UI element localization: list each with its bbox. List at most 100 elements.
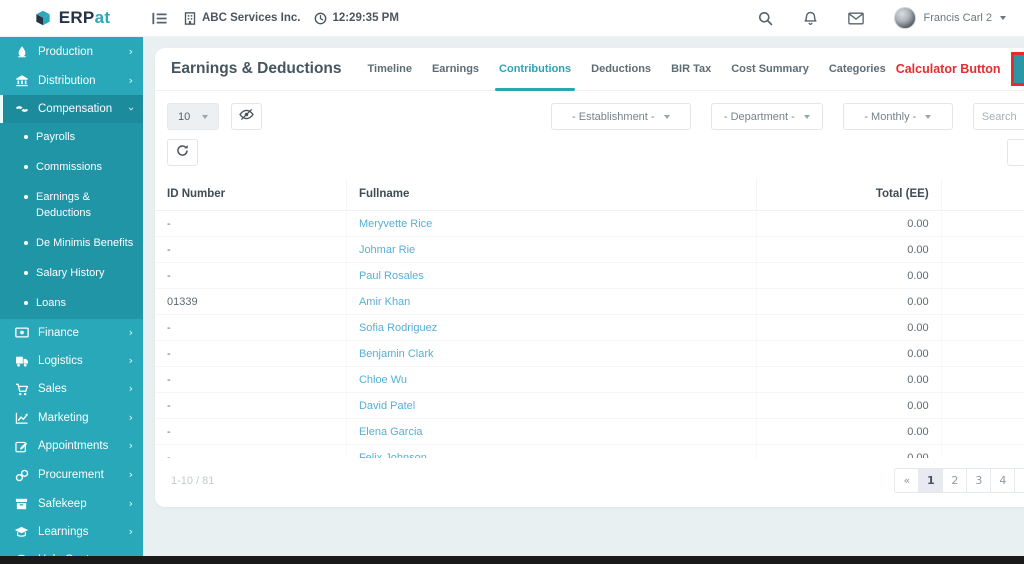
table-row: - Johmar Rie 0.00 0.00 [155, 236, 1024, 263]
establishment-select[interactable]: - Establishment - [550, 103, 691, 130]
caret-down-icon [925, 114, 932, 119]
appointments-edit-icon [14, 440, 29, 453]
sidebar-nav: Production › Distribution › Compensation… [0, 37, 143, 564]
search-icon[interactable] [758, 11, 773, 26]
sidebar-item-label: Procurement [38, 469, 104, 482]
filter-dropdowns: - Establishment - - Department - - Month… [550, 103, 1024, 130]
user-menu[interactable]: Francis Carl 2 [893, 7, 1006, 29]
pagination-page-1[interactable]: 1 [918, 468, 944, 493]
sidebar-item-finance[interactable]: Finance › [0, 319, 143, 347]
calculator-button[interactable]: Calculator [1013, 55, 1024, 83]
messages-envelope-icon[interactable] [847, 12, 864, 25]
marketing-chart-icon [14, 412, 29, 424]
filter-row-2: - Label - [167, 139, 1024, 166]
tab-deductions[interactable]: Deductions [581, 48, 661, 90]
sidebar-item-logistics[interactable]: Logistics › [0, 347, 143, 375]
label-select[interactable]: - Label - [1006, 139, 1024, 166]
sidebar-item-learnings[interactable]: Learnings › [0, 518, 143, 546]
table-row: - Felix Johnson 0.00 0.00 [155, 444, 1024, 458]
chevron-right-icon: › [128, 353, 133, 367]
pagination-page-2[interactable]: 2 [942, 468, 968, 493]
chevron-right-icon: › [128, 44, 133, 58]
total-er-cell: 0.00 [941, 236, 1024, 263]
employee-link[interactable]: Meryvette Rice [359, 218, 432, 230]
refresh-button[interactable] [167, 139, 198, 166]
tab-cost-summary[interactable]: Cost Summary [721, 48, 819, 90]
finance-icon [14, 327, 29, 338]
compensation-icon [14, 103, 29, 115]
search-input[interactable] [981, 110, 1024, 123]
sidebar-item-appointments[interactable]: Appointments › [0, 432, 143, 461]
tab-contributions[interactable]: Contributions [489, 48, 581, 91]
employee-link[interactable]: Amir Khan [359, 296, 410, 308]
pagination-prev[interactable]: « [894, 468, 920, 493]
table-row: - Benjamin Clark 0.00 0.00 [155, 340, 1024, 367]
sidebar-item-compensation[interactable]: Compensation › [0, 95, 143, 123]
card-header: Earnings & Deductions Timeline Earnings … [155, 48, 1024, 91]
department-select[interactable]: - Department - [710, 103, 823, 130]
chevron-right-icon: › [128, 439, 133, 453]
caret-down-icon [663, 114, 670, 119]
tab-earnings[interactable]: Earnings [422, 48, 489, 90]
period-select[interactable]: - Monthly - [842, 103, 953, 130]
eye-slash-icon [239, 108, 255, 126]
main-content: Earnings & Deductions Timeline Earnings … [143, 37, 1024, 564]
id-cell: - [155, 366, 347, 393]
period-value: - Monthly - [864, 110, 917, 123]
notifications-bell-icon[interactable] [803, 11, 818, 26]
employee-link[interactable]: Sofia Rodriguez [359, 322, 437, 334]
search-field [972, 103, 1024, 130]
subitem-label: Commissions [36, 160, 103, 173]
sidebar-item-distribution[interactable]: Distribution › [0, 66, 143, 95]
sidebar-toggle-icon[interactable] [151, 11, 168, 26]
sidebar-subitem-loans[interactable]: Loans [0, 289, 143, 319]
sidebar-item-label: Appointments [38, 440, 109, 453]
id-cell: 01339 [155, 288, 347, 315]
chevron-right-icon: › [128, 524, 133, 538]
sidebar-item-sales[interactable]: Sales › [0, 375, 143, 404]
bullet-icon [24, 270, 28, 275]
table-row: - Sofia Rodriguez 0.00 0.00 [155, 314, 1024, 341]
pagination-page-5[interactable]: 5 [1014, 468, 1024, 493]
employee-link[interactable]: Benjamin Clark [359, 348, 434, 360]
sidebar-item-procurement[interactable]: Procurement › [0, 461, 143, 490]
employee-link[interactable]: Paul Rosales [359, 270, 424, 282]
column-header-total-ee: Total (EE) [756, 178, 942, 211]
chevron-right-icon: › [128, 382, 133, 396]
sidebar-subitem-de-minimis-benefits[interactable]: De Minimis Benefits [0, 229, 143, 259]
sidebar-subitem-salary-history[interactable]: Salary History [0, 259, 143, 289]
employee-link[interactable]: Johmar Rie [359, 244, 415, 256]
sidebar-item-label: Safekeep [38, 497, 87, 510]
sidebar-item-safekeep[interactable]: Safekeep › [0, 490, 143, 518]
sidebar-subitem-commissions[interactable]: Commissions [0, 153, 143, 183]
employee-link[interactable]: Chloe Wu [359, 374, 407, 386]
logistics-icon [14, 355, 29, 367]
chevron-right-icon: › [128, 73, 133, 87]
app-logo[interactable]: ERPat [0, 8, 143, 28]
pagination-page-4[interactable]: 4 [990, 468, 1016, 493]
tab-bir-tax[interactable]: BIR Tax [661, 48, 721, 90]
page-size-select[interactable]: 10 [167, 103, 220, 130]
employee-link[interactable]: Elena Garcia [359, 426, 423, 438]
distribution-icon [14, 74, 29, 87]
company-selector[interactable]: ABC Services Inc. [184, 11, 301, 25]
sidebar-subitem-payrolls[interactable]: Payrolls [0, 123, 143, 153]
pagination-page-3[interactable]: 3 [966, 468, 992, 493]
tab-categories[interactable]: Categories [819, 48, 896, 90]
sidebar-item-marketing[interactable]: Marketing › [0, 404, 143, 432]
total-er-cell: 0.00 [941, 210, 1024, 237]
calculator-annotation-label: Calculator Button [895, 62, 1001, 76]
employee-link[interactable]: David Patel [359, 400, 415, 412]
id-cell: - [155, 340, 347, 367]
tab-timeline[interactable]: Timeline [358, 48, 422, 90]
total-ee-cell: 0.00 [756, 392, 942, 419]
table-row: - Chloe Wu 0.00 0.00 [155, 366, 1024, 393]
filter-row-1: 10 - Establishment - - Department - - Mo… [167, 103, 1024, 130]
company-name: ABC Services Inc. [202, 12, 301, 24]
sidebar-item-production[interactable]: Production › [0, 37, 143, 66]
sidebar-subitem-earnings-deductions[interactable]: Earnings & Deductions [0, 183, 143, 229]
table-footer: 1-10 / 81 « 1 2 3 4 5 ... 9 » [155, 458, 1024, 507]
toggle-columns-button[interactable] [231, 103, 263, 130]
column-header-id-number: ID Number [155, 178, 347, 211]
total-ee-cell: 0.00 [756, 444, 942, 458]
